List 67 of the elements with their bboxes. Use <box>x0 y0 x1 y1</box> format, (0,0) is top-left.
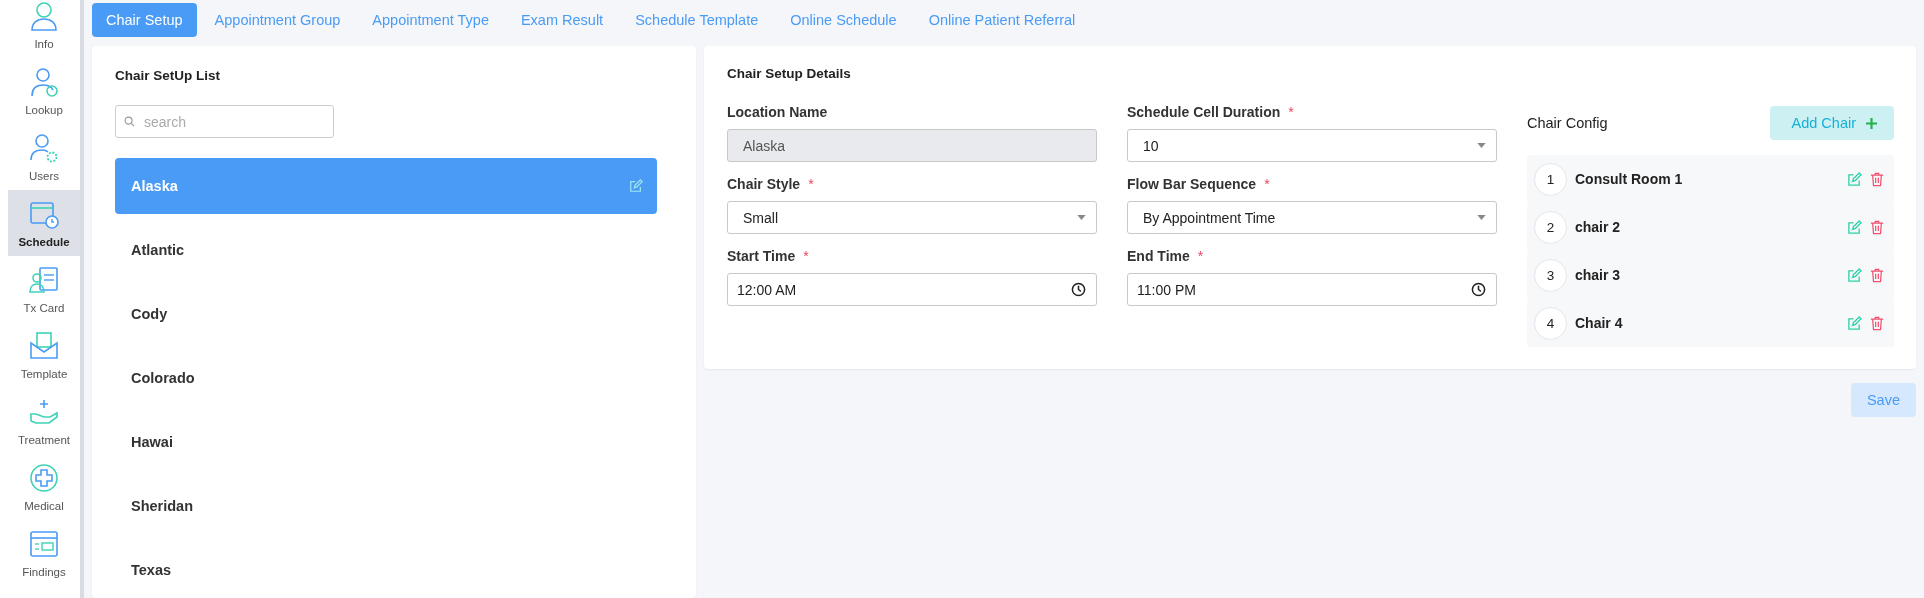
chair-name: chair 3 <box>1575 267 1622 283</box>
caret-icon <box>1477 143 1486 148</box>
sidebar-item[interactable]: Treatment <box>8 388 80 454</box>
location-item[interactable]: Texas <box>115 538 657 598</box>
search-icon <box>124 116 135 127</box>
chair-number: 3 <box>1534 258 1567 292</box>
location-item[interactable]: Hawai <box>115 410 657 474</box>
chair-number: 4 <box>1534 306 1567 340</box>
browser-window-icon <box>28 528 60 560</box>
clock-icon[interactable] <box>1071 282 1086 297</box>
caret-icon <box>1077 215 1086 220</box>
person-icon <box>28 0 60 32</box>
edit-icon[interactable] <box>1847 219 1862 235</box>
sidebar-item[interactable]: Lookup <box>8 58 80 124</box>
required-mark: * <box>1264 176 1270 192</box>
clock-icon[interactable] <box>1471 282 1486 297</box>
field-label: Schedule Cell Duration <box>1127 104 1281 120</box>
sidebar-item[interactable]: Schedule <box>8 190 80 256</box>
sidebar-item[interactable]: Info <box>8 0 80 58</box>
field-label: Flow Bar Sequence <box>1127 176 1257 192</box>
section-title: Chair Config <box>1527 115 1608 131</box>
delete-icon[interactable] <box>1870 171 1884 187</box>
dropdown[interactable]: Small <box>727 201 1097 234</box>
field-label: Location Name <box>727 104 828 120</box>
sidebar-item[interactable]: Tx Card <box>8 256 80 322</box>
chair-number: 2 <box>1534 210 1567 244</box>
dropdown[interactable]: 10 <box>1127 129 1497 162</box>
required-mark: * <box>803 248 809 264</box>
chair-number: 1 <box>1534 162 1567 196</box>
location-item[interactable]: Atlantic <box>115 218 657 282</box>
plus-icon <box>1866 117 1877 129</box>
delete-icon[interactable] <box>1870 219 1884 235</box>
dropdown[interactable]: By Appointment Time <box>1127 201 1497 234</box>
location-item[interactable]: Colorado <box>115 346 657 410</box>
patient-card-icon <box>28 264 60 296</box>
envelope-icon <box>28 330 60 362</box>
panel-title: Chair Setup Details <box>727 66 852 81</box>
field-label: Start Time <box>727 248 796 264</box>
delete-icon[interactable] <box>1870 267 1884 283</box>
required-mark: * <box>808 176 814 192</box>
sidebar-item[interactable]: Findings <box>8 520 80 586</box>
required-mark: * <box>1197 248 1204 264</box>
medical-cross-icon <box>28 462 60 494</box>
edit-icon[interactable] <box>1847 171 1862 187</box>
time-field[interactable]: 12:00 AM <box>727 273 1097 306</box>
chair-name: Consult Room 1 <box>1575 171 1684 187</box>
time-field[interactable]: 11:00 PM <box>1127 273 1497 306</box>
edit-icon[interactable] <box>1847 315 1862 331</box>
sidebar-item[interactable]: Users <box>8 124 80 190</box>
sidebar-item[interactable]: Medical <box>8 454 80 520</box>
user-gear-icon <box>28 132 60 164</box>
delete-icon[interactable] <box>1870 315 1884 331</box>
search-field[interactable]: search <box>115 105 334 138</box>
field-label: End Time <box>1127 248 1190 264</box>
edit-icon[interactable] <box>629 179 643 193</box>
required-mark: * <box>1288 104 1294 120</box>
caret-icon <box>1477 215 1486 220</box>
chair-name: chair 2 <box>1575 219 1622 235</box>
edit-icon[interactable] <box>1847 267 1862 283</box>
chair-name: Chair 4 <box>1575 315 1624 331</box>
sidebar-item[interactable]: Template <box>8 322 80 388</box>
location-item[interactable]: Sheridan <box>115 474 657 538</box>
location-item[interactable]: Cody <box>115 282 657 346</box>
location-name-field: Alaska <box>727 129 1097 162</box>
panel-title: Chair SetUp List <box>115 68 221 83</box>
doctor-icon <box>28 66 60 98</box>
field-label: Chair Style <box>727 176 801 192</box>
